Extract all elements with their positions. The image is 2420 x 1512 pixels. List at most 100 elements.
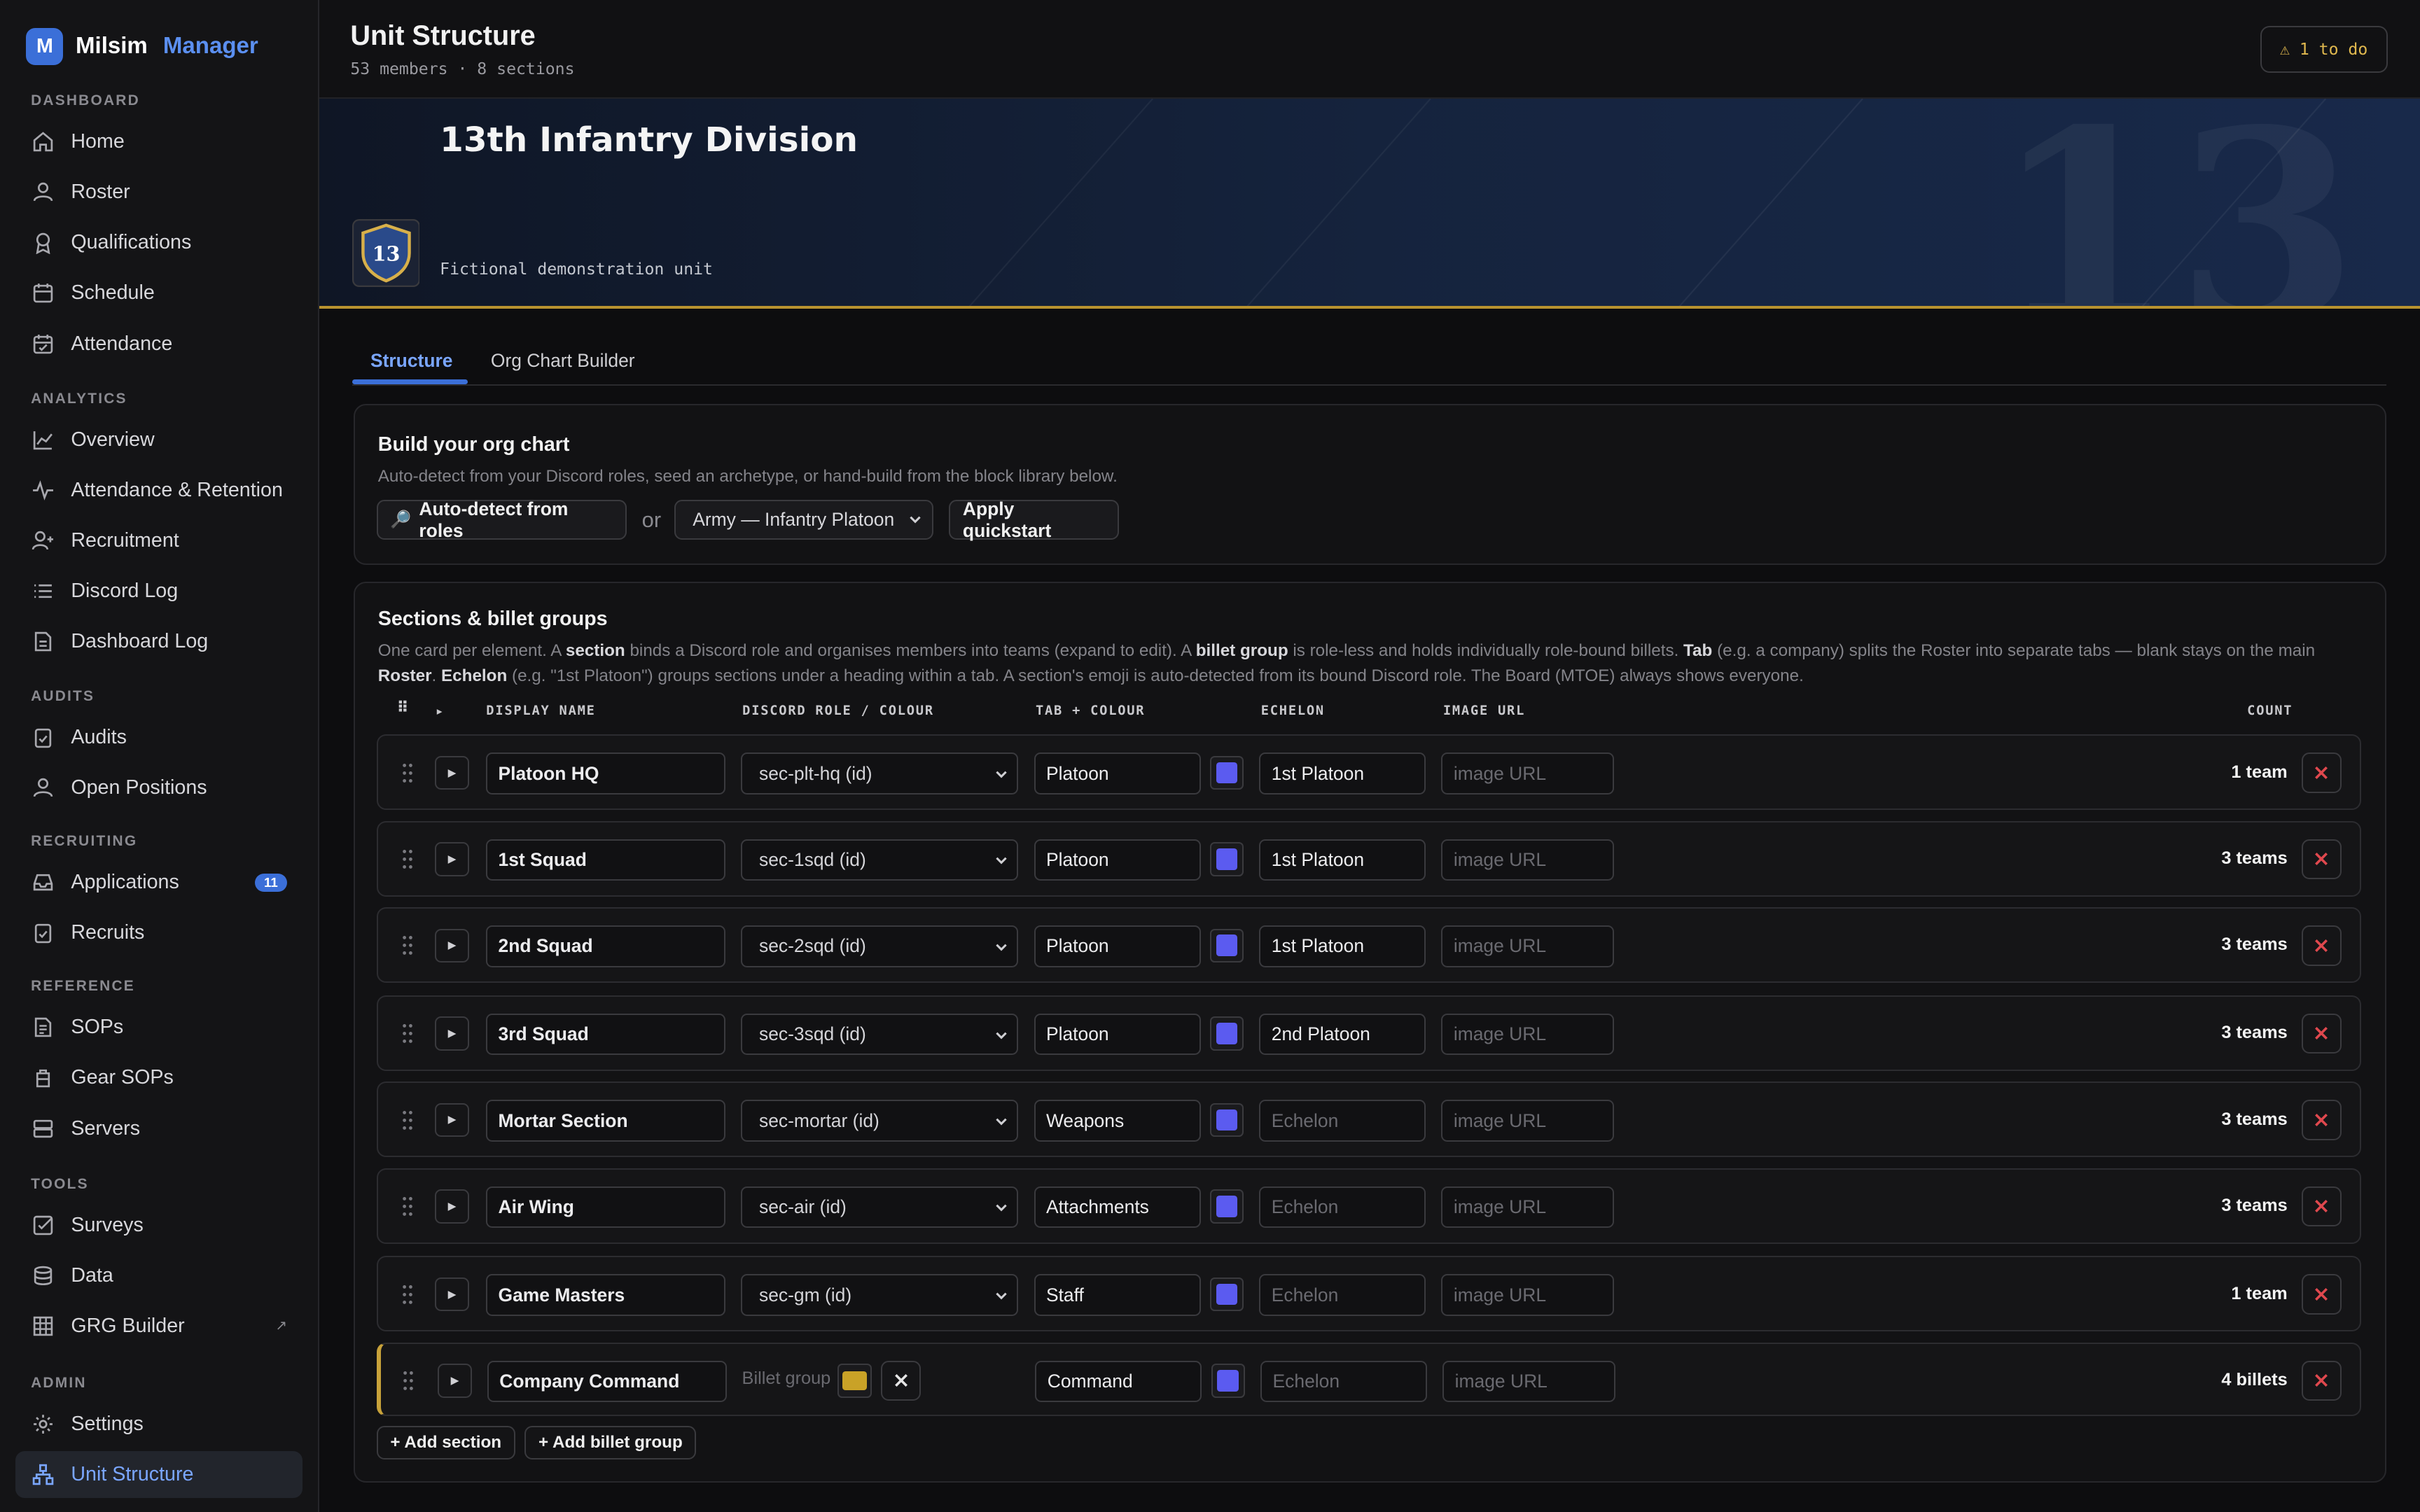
discord-role-select[interactable]: sec-1sqd (id) bbox=[740, 839, 1019, 881]
delete-section-button[interactable] bbox=[2301, 1100, 2342, 1140]
sidebar-item-recruitment[interactable]: Recruitment bbox=[15, 517, 302, 564]
drag-handle-icon[interactable] bbox=[400, 1110, 415, 1131]
discord-role-select[interactable]: sec-air (id) bbox=[740, 1186, 1019, 1228]
tab-input[interactable]: Command bbox=[1035, 1360, 1202, 1403]
display-name-input[interactable]: Platoon HQ bbox=[486, 752, 725, 794]
sidebar-item-audits[interactable]: Audits bbox=[15, 714, 302, 760]
echelon-input[interactable]: Echelon bbox=[1259, 1274, 1426, 1316]
expand-button[interactable]: ▶ bbox=[435, 755, 469, 790]
tab-input[interactable]: Platoon bbox=[1034, 925, 1201, 967]
sidebar-item-grg-builder[interactable]: GRG Builder ↗ bbox=[15, 1303, 302, 1349]
billet-colour-picker[interactable] bbox=[837, 1364, 872, 1398]
discord-role-select[interactable]: sec-3sqd (id) bbox=[740, 1013, 1019, 1056]
clear-colour-button[interactable] bbox=[880, 1360, 922, 1401]
sidebar-item-gear-sops[interactable]: Gear SOPs bbox=[15, 1055, 302, 1101]
todo-button[interactable]: ⚠ 1 to do bbox=[2260, 26, 2388, 73]
image-url-input[interactable]: image URL bbox=[1441, 1100, 1615, 1142]
display-name-input[interactable]: Company Command bbox=[487, 1360, 727, 1403]
apply-quickstart-button[interactable]: Apply quickstart bbox=[949, 498, 1119, 541]
expand-button[interactable]: ▶ bbox=[435, 842, 469, 876]
delete-billet-group-button[interactable] bbox=[2301, 1360, 2342, 1401]
expand-button[interactable]: ▶ bbox=[438, 1364, 472, 1398]
sidebar-item-settings[interactable]: Settings bbox=[15, 1401, 302, 1447]
drag-handle-icon[interactable] bbox=[400, 934, 415, 956]
tab-input[interactable]: Platoon bbox=[1034, 839, 1201, 881]
expand-button[interactable]: ▶ bbox=[435, 928, 469, 963]
tab-input[interactable]: Attachments bbox=[1034, 1186, 1201, 1228]
tab-colour-picker[interactable] bbox=[1209, 1016, 1244, 1051]
tab-structure[interactable]: Structure bbox=[370, 350, 453, 372]
sidebar-item-servers[interactable]: Servers bbox=[15, 1105, 302, 1152]
add-billet-group-button[interactable]: + Add billet group bbox=[524, 1425, 697, 1460]
sidebar-item-home[interactable]: Home bbox=[15, 119, 302, 165]
add-section-button[interactable]: + Add section bbox=[376, 1425, 515, 1460]
sidebar-item-recruits[interactable]: Recruits bbox=[15, 910, 302, 956]
image-url-input[interactable]: image URL bbox=[1442, 1360, 1616, 1403]
tab-colour-picker[interactable] bbox=[1209, 1102, 1244, 1138]
archetype-select[interactable]: Army — Infantry Platoon bbox=[674, 499, 934, 540]
image-url-input[interactable]: image URL bbox=[1441, 839, 1615, 881]
display-name-input[interactable]: Game Masters bbox=[486, 1274, 725, 1316]
discord-role-select[interactable]: sec-gm (id) bbox=[740, 1274, 1019, 1316]
expand-button[interactable]: ▶ bbox=[435, 1102, 469, 1138]
tab-input[interactable]: Platoon bbox=[1034, 1013, 1201, 1056]
auto-detect-button[interactable]: 🔎 Auto-detect from roles bbox=[376, 498, 627, 541]
sidebar-item-qualifications[interactable]: Qualifications bbox=[15, 220, 302, 266]
discord-role-select[interactable]: sec-plt-hq (id) bbox=[740, 752, 1019, 794]
sidebar-item-unit-structure[interactable]: Unit Structure bbox=[15, 1451, 302, 1498]
echelon-input[interactable]: 1st Platoon bbox=[1259, 925, 1426, 967]
tab-input[interactable]: Platoon bbox=[1034, 752, 1201, 794]
tab-colour-picker[interactable] bbox=[1211, 1364, 1246, 1398]
display-name-input[interactable]: Mortar Section bbox=[486, 1100, 725, 1142]
expand-button[interactable]: ▶ bbox=[435, 1277, 469, 1312]
delete-section-button[interactable] bbox=[2301, 925, 2342, 966]
echelon-input[interactable]: Echelon bbox=[1259, 1100, 1426, 1142]
image-url-input[interactable]: image URL bbox=[1441, 1186, 1615, 1228]
display-name-input[interactable]: 2nd Squad bbox=[486, 925, 725, 967]
tab-colour-picker[interactable] bbox=[1209, 1277, 1244, 1312]
echelon-input[interactable]: Echelon bbox=[1260, 1360, 1428, 1403]
display-name-input[interactable]: 1st Squad bbox=[486, 839, 725, 881]
expand-button[interactable]: ▶ bbox=[435, 1189, 469, 1224]
display-name-input[interactable]: Air Wing bbox=[486, 1186, 725, 1228]
drag-handle-icon[interactable] bbox=[400, 1023, 415, 1044]
delete-section-button[interactable] bbox=[2301, 1013, 2342, 1054]
expand-button[interactable]: ▶ bbox=[435, 1016, 469, 1051]
drag-handle-icon[interactable] bbox=[400, 762, 415, 784]
delete-section-button[interactable] bbox=[2301, 839, 2342, 880]
discord-role-select[interactable]: sec-2sqd (id) bbox=[740, 925, 1019, 967]
sidebar-item-overview[interactable]: Overview bbox=[15, 416, 302, 463]
echelon-input[interactable]: 2nd Platoon bbox=[1259, 1013, 1426, 1056]
tab-colour-picker[interactable] bbox=[1209, 755, 1244, 790]
delete-section-button[interactable] bbox=[2301, 1186, 2342, 1227]
tab-input[interactable]: Weapons bbox=[1034, 1100, 1201, 1142]
delete-section-button[interactable] bbox=[2301, 752, 2342, 793]
tab-colour-picker[interactable] bbox=[1209, 842, 1244, 876]
drag-handle-icon[interactable] bbox=[400, 1284, 415, 1306]
sidebar-item-surveys[interactable]: Surveys bbox=[15, 1202, 302, 1248]
sidebar-item-open-positions[interactable]: Open Positions bbox=[15, 765, 302, 811]
tab-colour-picker[interactable] bbox=[1209, 1189, 1244, 1224]
image-url-input[interactable]: image URL bbox=[1441, 925, 1615, 967]
drag-handle-icon[interactable] bbox=[401, 1370, 416, 1392]
sidebar-item-data[interactable]: Data bbox=[15, 1252, 302, 1298]
image-url-input[interactable]: image URL bbox=[1441, 1274, 1615, 1316]
sidebar-item-discord-log[interactable]: Discord Log bbox=[15, 568, 302, 614]
tab-org-chart-builder[interactable]: Org Chart Builder bbox=[491, 350, 635, 372]
image-url-input[interactable]: image URL bbox=[1441, 1013, 1615, 1056]
tab-colour-picker[interactable] bbox=[1209, 928, 1244, 963]
echelon-input[interactable]: Echelon bbox=[1259, 1186, 1426, 1228]
discord-role-select[interactable]: sec-mortar (id) bbox=[740, 1100, 1019, 1142]
drag-handle-icon[interactable] bbox=[400, 1196, 415, 1217]
sidebar-item-roster[interactable]: Roster bbox=[15, 169, 302, 216]
brand[interactable]: M Milsim Manager bbox=[26, 27, 258, 65]
sidebar-item-applications[interactable]: Applications 11 bbox=[15, 860, 302, 906]
sidebar-item-attendance[interactable]: Attendance bbox=[15, 321, 302, 367]
delete-section-button[interactable] bbox=[2301, 1274, 2342, 1315]
tab-input[interactable]: Staff bbox=[1034, 1274, 1201, 1316]
echelon-input[interactable]: 1st Platoon bbox=[1259, 839, 1426, 881]
image-url-input[interactable]: image URL bbox=[1441, 752, 1615, 794]
echelon-input[interactable]: 1st Platoon bbox=[1259, 752, 1426, 794]
sidebar-item-attendance-retention[interactable]: Attendance & Retention bbox=[15, 467, 302, 513]
display-name-input[interactable]: 3rd Squad bbox=[486, 1013, 725, 1056]
